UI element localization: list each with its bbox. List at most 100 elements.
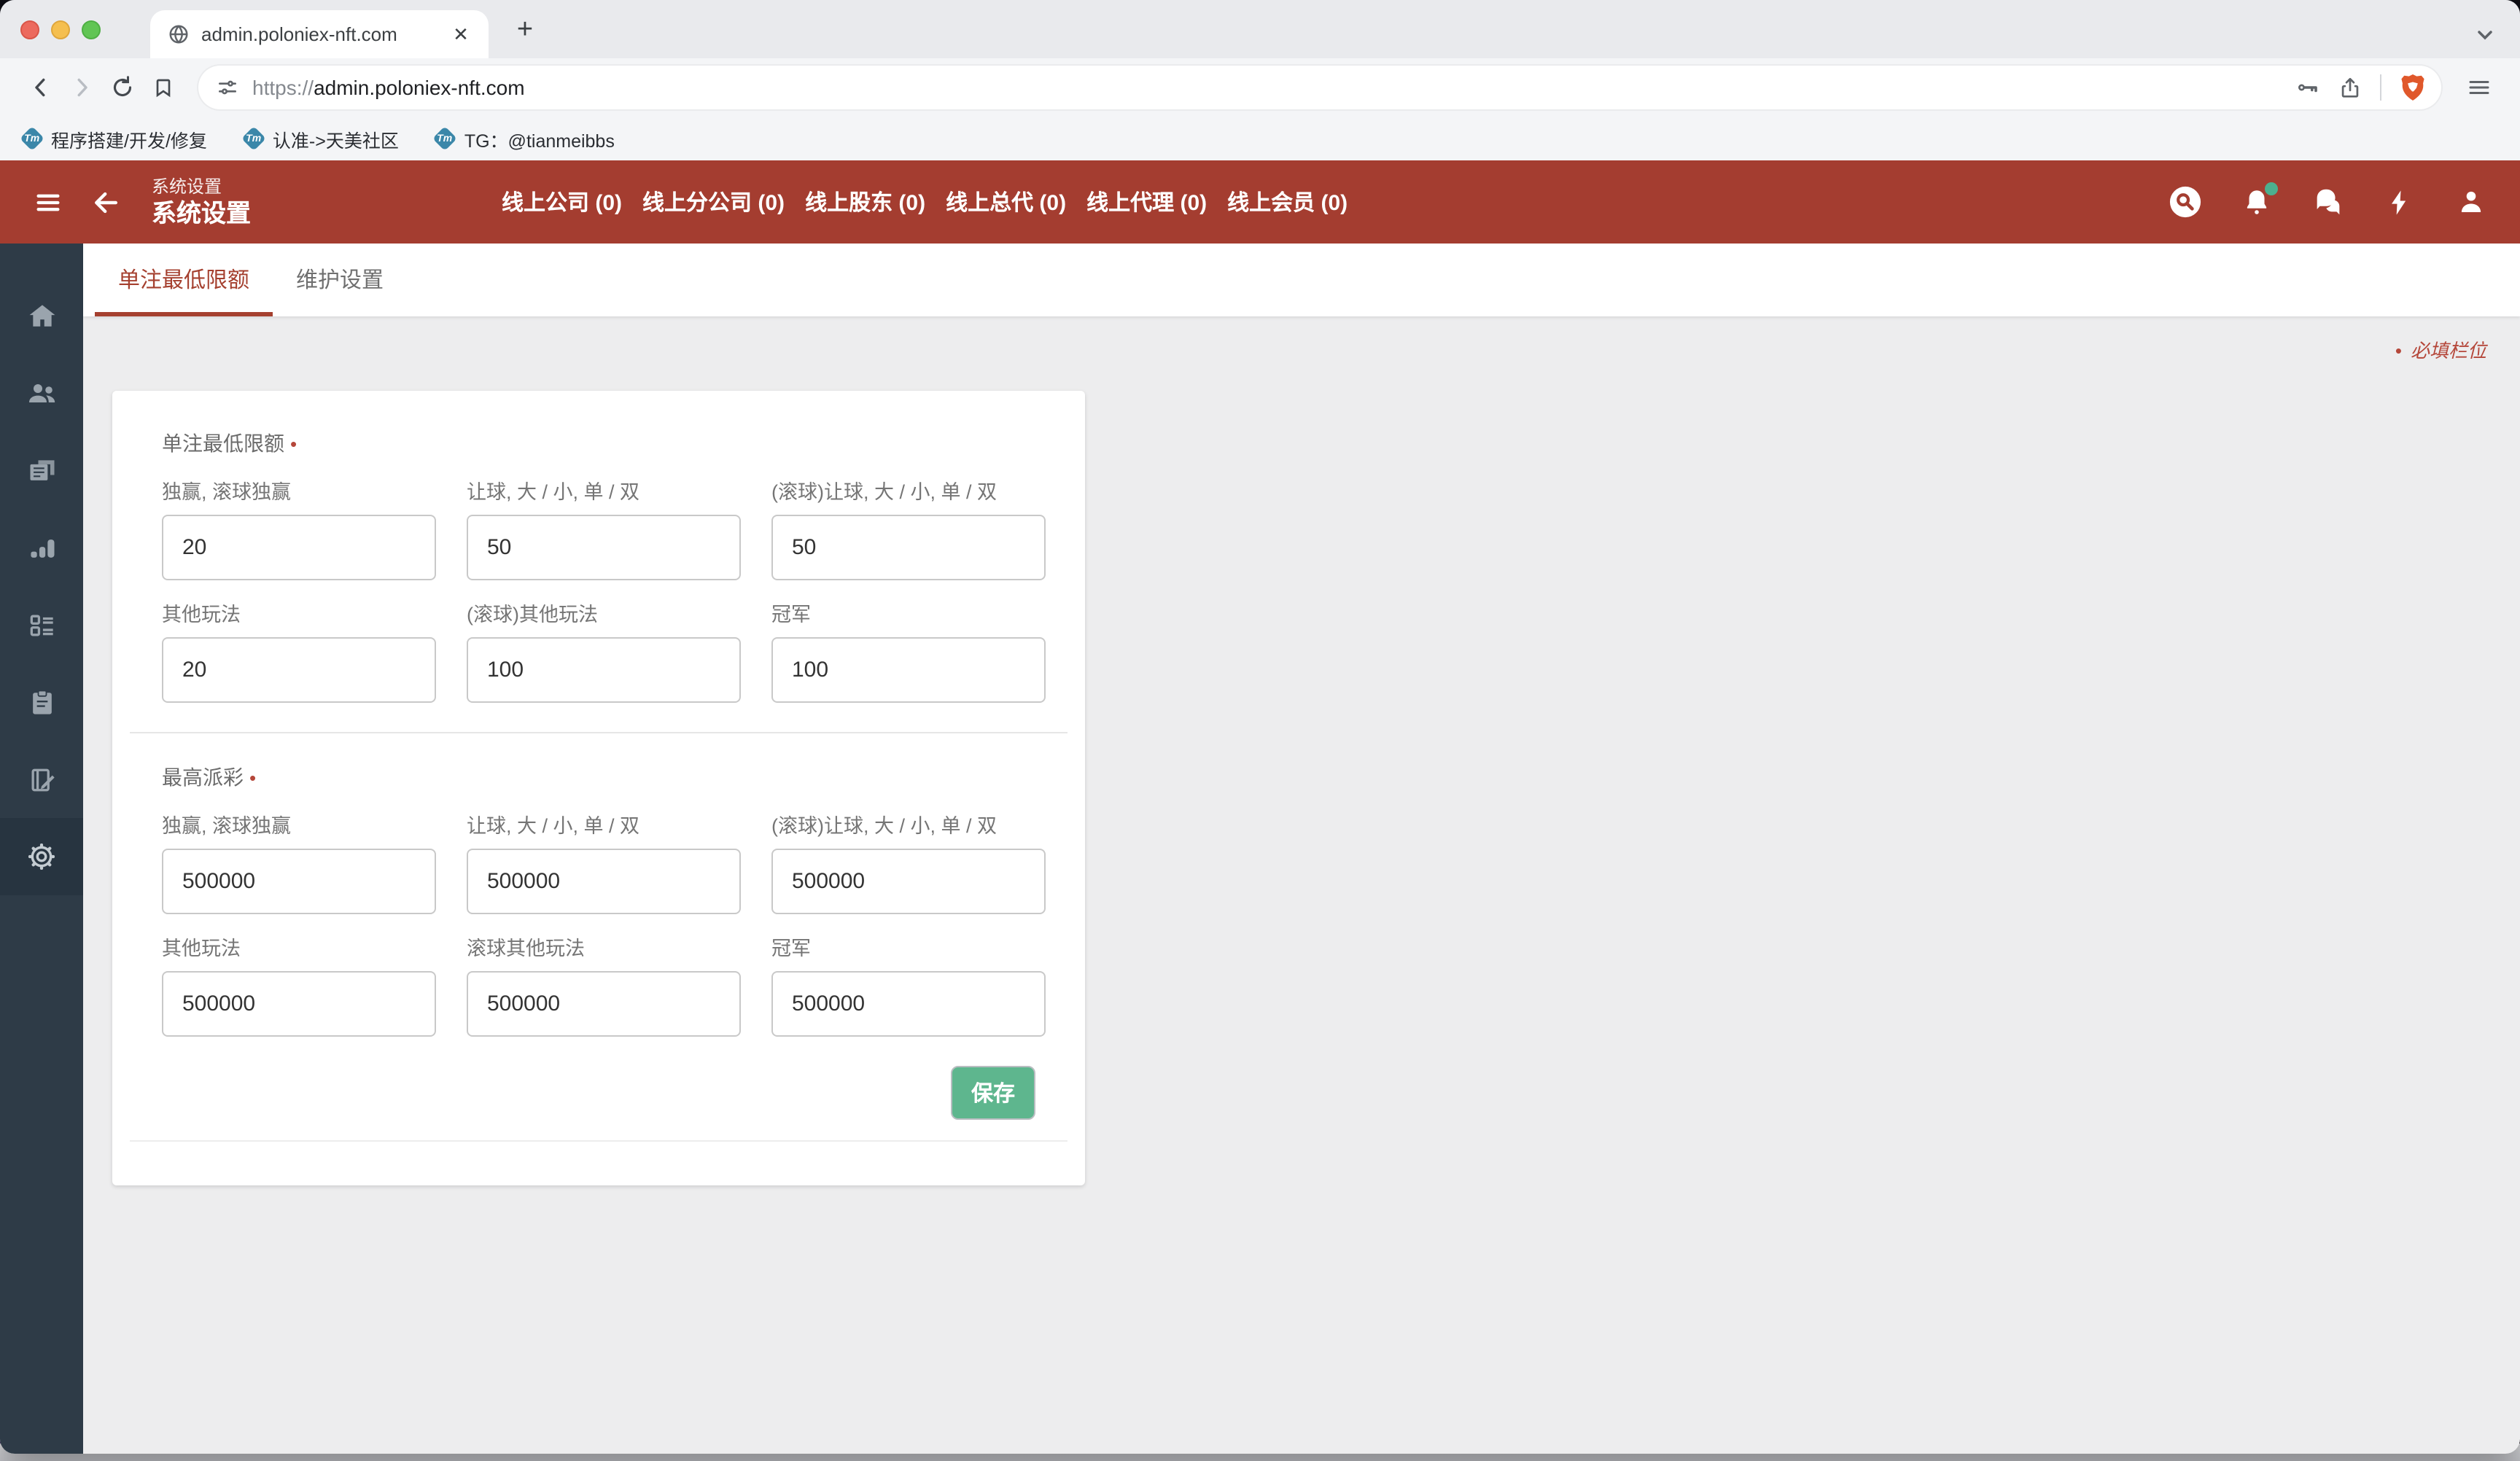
required-note: • 必填栏位 xyxy=(2395,340,2486,362)
bookmark-item[interactable]: Tm 程序搭建/开发/修复 xyxy=(20,125,207,152)
close-window-button[interactable] xyxy=(20,20,39,39)
chevron-down-icon[interactable] xyxy=(2473,23,2497,47)
field-input[interactable] xyxy=(162,637,436,703)
field-label: 滚球其他玩法 xyxy=(467,938,585,959)
bookmark-label: 程序搭建/开发/修复 xyxy=(51,130,207,151)
section-title-max-payout: 最高派彩 • xyxy=(162,765,257,789)
field-label: (滚球)让球, 大 / 小, 单 / 双 xyxy=(771,481,997,503)
desktop: admin.poloniex-nft.com ✕ + https://admin… xyxy=(0,0,2520,1461)
header-nav-link[interactable]: 线上会员 (0) xyxy=(1227,187,1348,217)
sidebar-item-pages[interactable] xyxy=(0,432,83,509)
field-input[interactable] xyxy=(162,849,436,914)
key-icon[interactable] xyxy=(2294,74,2320,101)
forward-button[interactable] xyxy=(61,67,102,108)
field-input[interactable] xyxy=(162,971,436,1037)
home-icon xyxy=(26,300,58,332)
bookmark-icon[interactable] xyxy=(143,67,184,108)
field-input[interactable] xyxy=(467,849,741,914)
field-label: 其他玩法 xyxy=(162,938,241,959)
arrow-left-icon[interactable] xyxy=(88,183,125,221)
save-button[interactable]: 保存 xyxy=(951,1066,1035,1120)
field-label: 冠军 xyxy=(771,604,811,626)
back-button[interactable] xyxy=(20,67,61,108)
header-nav: 线上公司 (0) 线上分公司 (0) 线上股东 (0) 线上总代 (0) 线上代理 (0… xyxy=(502,187,1348,217)
minimize-window-button[interactable] xyxy=(51,20,70,39)
field-input[interactable] xyxy=(771,637,1046,703)
required-dot: • xyxy=(249,767,257,789)
url-text: https://admin.poloniex-nft.com xyxy=(252,76,2294,99)
ballot-icon xyxy=(26,609,58,641)
reload-button[interactable] xyxy=(102,67,143,108)
menu-icon[interactable] xyxy=(2459,67,2500,108)
form-field: (滚球)让球, 大 / 小, 单 / 双 xyxy=(771,798,1046,914)
chat-icon[interactable] xyxy=(2310,184,2345,219)
sidebar-item-orders[interactable] xyxy=(0,663,83,741)
form-field: 冠军 xyxy=(771,586,1046,703)
bell-icon[interactable] xyxy=(2239,182,2278,219)
hamburger-icon[interactable] xyxy=(29,183,67,221)
page-tab[interactable]: 单注最低限额 xyxy=(95,244,273,316)
bookmark-label: 认准->天美社区 xyxy=(272,130,399,151)
section-title-min-bet: 单注最低限额 • xyxy=(162,432,298,455)
site-settings-icon[interactable] xyxy=(216,76,239,99)
gear-icon xyxy=(25,840,58,873)
field-input[interactable] xyxy=(467,971,741,1037)
form-field: 让球, 大 / 小, 单 / 双 xyxy=(467,798,741,914)
form-field: 冠军 xyxy=(771,920,1046,1037)
globe-icon xyxy=(168,23,190,45)
form-field: 独赢, 滚球独赢 xyxy=(162,798,436,914)
field-label: (滚球)让球, 大 / 小, 单 / 双 xyxy=(771,815,997,837)
page-tab[interactable]: 维护设置 xyxy=(273,244,407,316)
clipboard-icon xyxy=(26,686,58,718)
new-tab-button[interactable]: + xyxy=(506,12,544,50)
max-payout-fields: 独赢, 滚球独赢 让球, 大 / 小, 单 / 双 (滚球)让球, 大 / 小,… xyxy=(162,798,1046,1037)
browser-window: admin.poloniex-nft.com ✕ + https://admin… xyxy=(0,0,2520,1454)
bolt-icon[interactable] xyxy=(2381,184,2416,219)
sidebar-item-reports[interactable] xyxy=(0,509,83,586)
header-nav-link[interactable]: 线上公司 (0) xyxy=(502,187,622,217)
field-input[interactable] xyxy=(162,515,436,580)
field-input[interactable] xyxy=(467,637,741,703)
window-controls xyxy=(0,0,121,58)
user-icon[interactable] xyxy=(2453,184,2488,219)
field-input[interactable] xyxy=(771,515,1046,580)
close-tab-icon[interactable]: ✕ xyxy=(448,21,474,47)
header-nav-link[interactable]: 线上股东 (0) xyxy=(805,187,925,217)
bookmarks-bar: Tm 程序搭建/开发/修复 Tm 认准->天美社区 Tm TG：@tianmei… xyxy=(0,117,2520,160)
field-label: (滚球)其他玩法 xyxy=(467,604,598,626)
sidebar-item-users[interactable] xyxy=(0,354,83,432)
field-input[interactable] xyxy=(771,971,1046,1037)
sidebar-item-settings[interactable] xyxy=(0,818,83,895)
form-field: 让球, 大 / 小, 单 / 双 xyxy=(467,464,741,580)
zoom-window-button[interactable] xyxy=(82,20,101,39)
required-dot: • xyxy=(290,433,298,455)
min-bet-fields: 独赢, 滚球独赢 让球, 大 / 小, 单 / 双 (滚球)让球, 大 / 小,… xyxy=(162,464,1046,703)
field-label: 让球, 大 / 小, 单 / 双 xyxy=(467,481,640,503)
header-nav-link[interactable]: 线上总代 (0) xyxy=(946,187,1066,217)
sidebar-item-home[interactable] xyxy=(0,277,83,354)
bookmark-item[interactable]: Tm 认准->天美社区 xyxy=(241,125,399,152)
form-field: 其他玩法 xyxy=(162,586,436,703)
header-nav-link[interactable]: 线上分公司 (0) xyxy=(642,187,785,217)
page-title: 系统设置 xyxy=(152,199,251,227)
field-input[interactable] xyxy=(771,849,1046,914)
field-input[interactable] xyxy=(467,515,741,580)
page-tabs: 单注最低限额 维护设置 xyxy=(83,244,2520,316)
divider xyxy=(130,732,1068,733)
app-header: 系统设置 系统设置 线上公司 (0) 线上分公司 (0) 线上股东 (0) 线上总代 … xyxy=(0,160,2520,244)
field-label: 让球, 大 / 小, 单 / 双 xyxy=(467,815,640,837)
bookmark-item[interactable]: Tm TG：@tianmeibbs xyxy=(432,125,615,152)
url-bar[interactable]: https://admin.poloniex-nft.com xyxy=(198,66,2441,109)
search-icon[interactable] xyxy=(2167,184,2202,219)
users-icon xyxy=(24,375,59,410)
sidebar-item-logs[interactable] xyxy=(0,741,83,818)
tab-strip: admin.poloniex-nft.com ✕ + xyxy=(0,0,2520,58)
url-scheme: https:// xyxy=(252,76,314,99)
brave-icon[interactable] xyxy=(2399,72,2427,103)
sidebar-item-lists[interactable] xyxy=(0,586,83,663)
header-nav-link[interactable]: 线上代理 (0) xyxy=(1086,187,1207,217)
book-edit-icon xyxy=(26,763,58,795)
settings-card: 单注最低限额• 独赢, 滚球独赢 让球, 大 / 小, 单 / 双 xyxy=(112,391,1085,1185)
browser-tab[interactable]: admin.poloniex-nft.com ✕ xyxy=(150,10,489,58)
share-icon[interactable] xyxy=(2338,75,2362,100)
